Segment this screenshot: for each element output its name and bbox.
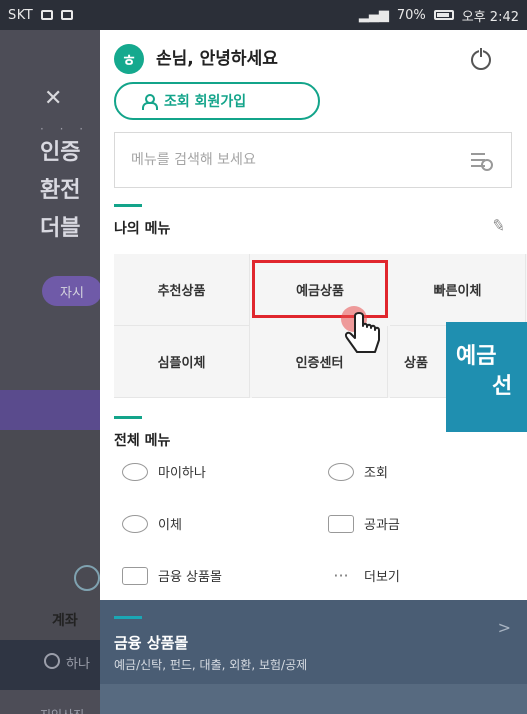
all-menu-label: 더보기 [364,570,400,585]
all-menu-item-more[interactable]: ··· 더보기 [328,566,400,585]
power-icon[interactable] [471,47,491,70]
background-app: ✕ · · · 인증 환전 더블 자시 계좌 하나 지인사진 [0,30,102,714]
search-list-icon[interactable] [471,153,493,171]
background-pill-button: 자시 [42,276,102,306]
store-banner[interactable]: 금융 상품몰 예금/신탁, 펀드, 대출, 외환, 보험/공제 > [100,600,527,714]
status-bar: SKT ▂▄▆ 70% 오후 2:42 [0,0,527,30]
battery-icon [433,10,454,20]
carrier-label: SKT [8,7,34,23]
background-line-1: 인증 [40,140,81,165]
tutorial-callout: 예금 선 [446,322,527,432]
signup-button[interactable]: 조회 회원가입 [114,82,320,120]
all-menu-label: 마이하나 [158,466,206,481]
all-menu-item-transfer[interactable]: 이체 [122,514,182,533]
all-menu-item-store[interactable]: 금융 상품몰 [122,566,222,585]
image-notification-icon [41,10,54,20]
my-menu-item-recommended[interactable]: 추천상품 [114,254,250,326]
menu-search-box[interactable] [114,132,512,188]
more-dots-icon: ··· [333,565,349,585]
background-card [0,430,100,640]
all-menu-label: 조회 [364,466,388,481]
all-menu-item-utility-bills[interactable]: 공과금 [328,514,400,533]
callout-line-2: 선 [492,374,513,399]
my-menu-title: 나의 메뉴 [114,221,171,237]
background-bottom-item: 하나 [66,657,90,672]
background-band [0,390,100,430]
menu-search-input[interactable] [131,152,431,168]
signal-icon: ▂▄▆ [358,7,389,23]
my-menu-accent [114,204,142,207]
smile-face-icon [122,462,148,481]
background-line-3: 더블 [40,216,81,241]
screen: SKT ▂▄▆ 70% 오후 2:42 ✕ · · · 인증 환전 더블 자시 … [0,0,527,714]
chevron-right-icon: > [497,618,511,637]
all-menu-label: 공과금 [364,518,400,533]
store-banner-subtitle: 예금/신탁, 펀드, 대출, 외환, 보험/공제 [114,658,308,672]
clock: 오후 2:42 [461,9,519,25]
pointing-hand-icon [344,312,380,353]
all-menu-label: 이체 [158,518,182,533]
bank-logo-icon: ㅎ [114,44,144,74]
signup-label: 조회 회원가입 [164,94,247,110]
status-left: SKT [8,7,74,23]
store-banner-title: 금융 상품몰 [114,634,189,652]
all-menu-label: 금융 상품몰 [158,570,222,585]
speech-bubble-icon [328,462,354,481]
all-menu-title: 전체 메뉴 [114,433,171,449]
background-more-icon [44,653,60,669]
store-banner-band [100,684,527,714]
status-right: ▂▄▆ 70% 오후 2:42 [359,6,519,25]
transfer-arrow-icon [122,514,148,533]
background-line-2: 환전 [40,178,81,203]
background-bottom-text: 지인사진 [40,706,84,714]
person-icon [142,94,158,110]
greeting-text: 손님, 안녕하세요 [156,49,278,69]
background-account-label: 계좌 [52,613,78,629]
my-menu-item-quick-transfer[interactable]: 빠른이체 [390,254,526,326]
gallery-notification-icon [61,10,74,20]
battery-percent: 70% [396,7,426,23]
my-menu-item-simple-transfer[interactable]: 심플이체 [114,326,250,398]
all-menu-item-inquiry[interactable]: 조회 [328,462,388,481]
store-icon [122,566,148,585]
close-icon: ✕ [44,86,63,111]
all-menu-item-myhana[interactable]: 마이하나 [122,462,206,481]
callout-line-1: 예금 [456,344,497,369]
edit-pencil-icon[interactable]: ✎ [490,215,507,236]
background-circle-icon [74,565,100,591]
menu-drawer: ㅎ 손님, 안녕하세요 조회 회원가입 나의 메뉴 ✎ 추천상품 예금상품 빠른… [100,30,527,714]
envelope-icon [328,514,354,533]
store-banner-accent [114,616,142,619]
all-menu-accent [114,416,142,419]
